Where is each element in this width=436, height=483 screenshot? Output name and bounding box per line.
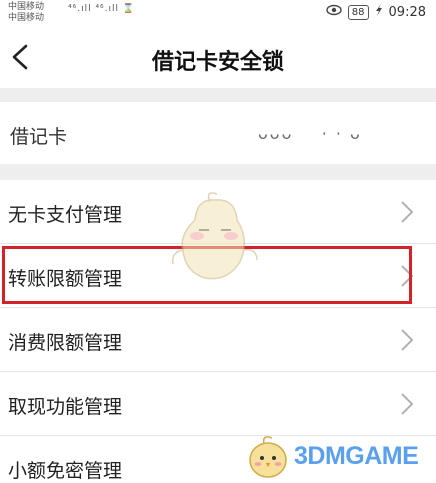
page-title: 借记卡安全锁 [151, 50, 284, 75]
status-right: 88 09:28 [326, 4, 426, 20]
mascot-watermark-icon [171, 192, 258, 280]
clock-time: 09:28 [388, 4, 426, 20]
nav-bar: 借记卡安全锁 [0, 26, 436, 88]
debit-card-label: 借记卡 [10, 126, 68, 148]
carrier-2: 中国移动 [8, 13, 45, 23]
leaf-icon [375, 4, 383, 20]
menu-item-consumption-limit[interactable]: 消费限额管理 [0, 308, 436, 372]
carrier-1: 中国移动 [8, 2, 45, 12]
debit-card-number: ᴗᴗᴗ · · ᴗ [258, 124, 362, 143]
watermark: 3DMGAME [244, 432, 434, 482]
eye-icon [326, 4, 342, 20]
chevron-right-icon [401, 265, 414, 287]
menu-item-label: 无卡支付管理 [8, 204, 123, 226]
section-separator [0, 164, 436, 180]
section-separator [0, 88, 436, 102]
menu-item-label: 小额免密管理 [8, 460, 123, 482]
menu-item-label: 转账限额管理 [8, 268, 123, 290]
menu-item-label: 消费限额管理 [8, 332, 123, 354]
chevron-right-icon [401, 329, 414, 351]
menu-item-label: 取现功能管理 [8, 396, 123, 418]
watermark-text: 3DMGAME [294, 442, 419, 470]
menu-item-cash-withdrawal[interactable]: 取现功能管理 [0, 372, 436, 436]
chevron-right-icon [401, 393, 414, 415]
battery-icon: 88 [347, 4, 369, 20]
debit-card-row: 借记卡 ᴗᴗᴗ · · ᴗ [0, 102, 436, 164]
chick-logo-icon [249, 436, 287, 478]
chevron-right-icon [401, 201, 414, 223]
carrier-labels: 中国移动 中国移动 [8, 2, 44, 24]
status-bar: 中国移动 中国移动 ⁴⁶.ıll ⁴⁶.ıll ⌛ 88 09:28 [0, 0, 436, 26]
signal-icon: ⁴⁶.ıll ⁴⁶.ıll ⌛ [68, 4, 136, 14]
